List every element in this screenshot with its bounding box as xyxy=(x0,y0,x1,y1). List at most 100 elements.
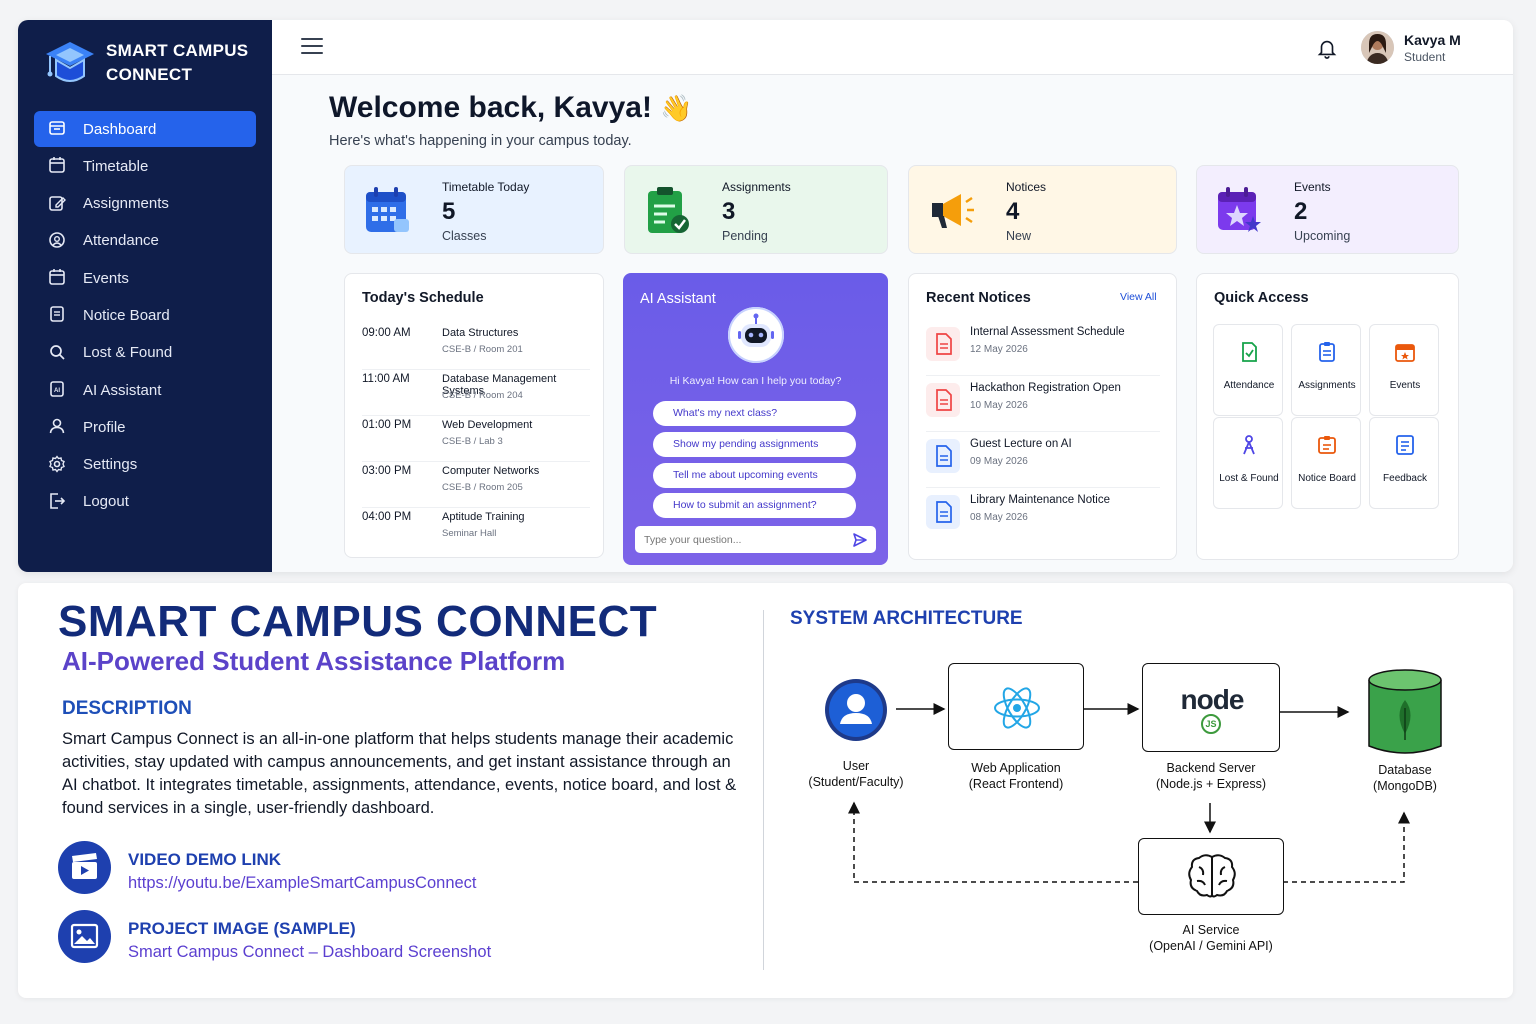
schedule-row[interactable]: 01:00 PM Web Development CSE-B / Lab 3 xyxy=(362,416,590,462)
sidebar-item-logout[interactable]: Logout xyxy=(34,484,256,520)
quick-access-label: Events xyxy=(1389,380,1421,391)
ai-service-label-line: (OpenAI / Gemini API) xyxy=(1149,939,1273,953)
schedule-subject: Computer Networks xyxy=(442,465,540,477)
stat-value: 5 xyxy=(442,198,456,225)
schedule-row[interactable]: 11:00 AM Database Management Systems CSE-B… xyxy=(362,370,590,416)
bell-icon[interactable] xyxy=(1316,36,1338,60)
events-icon xyxy=(1395,344,1415,362)
notice-date: 10 May 2026 xyxy=(970,400,1028,411)
web-app-box xyxy=(948,663,1084,750)
node-js-badge: JS xyxy=(1201,714,1221,734)
ai-icon: AI xyxy=(48,380,68,400)
feedback-icon xyxy=(1396,435,1414,455)
schedule-row[interactable]: 04:00 PM Aptitude Training Seminar Hall xyxy=(362,508,590,554)
svg-text:AI: AI xyxy=(54,388,60,394)
event-calendar-icon xyxy=(1218,187,1261,232)
video-demo-link[interactable]: https://youtu.be/ExampleSmartCampusConne… xyxy=(128,874,477,893)
megaphone-icon xyxy=(932,194,974,228)
notice-item[interactable]: Hackathon Registration Open 10 May 2026 xyxy=(926,376,1160,432)
calendar-icon xyxy=(366,187,409,232)
brand-line-2: CONNECT xyxy=(106,65,193,84)
schedule-time: 11:00 AM xyxy=(362,373,410,385)
schedule-row[interactable]: 03:00 PM Computer Networks CSE-B / Room 20… xyxy=(362,462,590,508)
stat-sub: New xyxy=(1006,229,1032,243)
schedule-room: CSE-B / Lab 3 xyxy=(442,436,503,447)
image-icon xyxy=(58,910,111,963)
sidebar-nav: Dashboard Timetable Assignments Attendance E… xyxy=(34,111,256,521)
document-icon xyxy=(926,495,960,529)
sidebar-item-assignments[interactable]: Assignments xyxy=(34,186,256,222)
ai-suggestion-chip[interactable]: What's my next class? xyxy=(653,401,856,426)
ai-suggestion-chip[interactable]: Show my pending assignments xyxy=(653,432,856,457)
project-subtitle: AI-Powered Student Assistance Platform xyxy=(62,646,566,676)
wave-emoji-icon: 👋 xyxy=(659,93,693,123)
stat-card-timetable[interactable]: Timetable Today 5 Classes xyxy=(344,165,604,254)
sidebar-item-label: Lost & Found xyxy=(83,344,173,362)
user-icon xyxy=(48,417,68,437)
backend-box: node JS xyxy=(1142,663,1280,752)
quick-access-attendance[interactable]: Attendance xyxy=(1213,324,1283,416)
user-role: Student xyxy=(1404,50,1446,64)
view-all-link[interactable]: View All xyxy=(1120,291,1157,303)
notice-item[interactable]: Guest Lecture on AI 09 May 2026 xyxy=(926,432,1160,488)
architecture-heading: SYSTEM ARCHITECTURE xyxy=(790,608,1023,629)
video-demo-heading: VIDEO DEMO LINK xyxy=(128,850,282,869)
quick-access-label: Notice Board xyxy=(1298,473,1356,484)
web-app-label-line: Web Application xyxy=(971,761,1061,775)
stat-card-assignments[interactable]: Assignments 3 Pending xyxy=(624,165,888,254)
database-icon xyxy=(1366,668,1444,758)
schedule-room: CSE-B / Room 204 xyxy=(442,390,523,401)
notice-item[interactable]: Library Maintenance Notice 08 May 2026 xyxy=(926,488,1160,544)
sidebar-item-dashboard[interactable]: Dashboard xyxy=(34,111,256,147)
quick-access-feedback[interactable]: Feedback xyxy=(1369,417,1439,509)
sidebar-item-events[interactable]: Events xyxy=(34,260,256,296)
schedule-row[interactable]: 09:00 AM Data Structures CSE-B / Room 201 xyxy=(362,324,590,370)
ai-suggestion-chip[interactable]: How to submit an assignment? xyxy=(653,493,856,518)
sidebar-item-notice-board[interactable]: Notice Board xyxy=(34,297,256,333)
quick-access-events[interactable]: Events xyxy=(1369,324,1439,416)
schedule-subject: Aptitude Training xyxy=(442,511,525,523)
menu-toggle-icon[interactable] xyxy=(301,38,323,56)
schedule-room: CSE-B / Room 201 xyxy=(442,344,523,355)
sidebar-item-timetable[interactable]: Timetable xyxy=(34,148,256,184)
ai-service-label: AI Service (OpenAI / Gemini API) xyxy=(1126,922,1296,954)
send-icon[interactable] xyxy=(852,532,868,548)
sidebar-item-attendance[interactable]: Attendance xyxy=(34,223,256,259)
notice-item[interactable]: Internal Assessment Schedule 12 May 2026 xyxy=(926,320,1160,376)
schedule-card: Today's Schedule 09:00 AM Data Structures… xyxy=(344,273,604,558)
ai-suggestion-chip[interactable]: Tell me about upcoming events xyxy=(653,463,856,488)
lost-found-icon xyxy=(1243,435,1255,455)
sidebar-item-lost-found[interactable]: Lost & Found xyxy=(34,335,256,371)
stat-card-notices[interactable]: Notices 4 New xyxy=(908,165,1177,254)
ai-question-input[interactable] xyxy=(635,526,876,553)
stat-label: Assignments xyxy=(722,180,791,194)
architecture-diagram: User (Student/Faculty) Web Application (Re… xyxy=(778,648,1478,988)
page-title: Welcome back, Kavya! 👋 xyxy=(329,91,692,125)
quick-access-assignments[interactable]: Assignments xyxy=(1291,324,1361,416)
brand[interactable]: SMART CAMPUS CONNECT xyxy=(44,38,248,88)
stat-sub: Upcoming xyxy=(1294,229,1351,243)
sidebar-item-ai-assistant[interactable]: AI AI Assistant xyxy=(34,372,256,408)
divider xyxy=(763,610,764,970)
notices-title: Recent Notices xyxy=(926,290,1031,306)
notice-title: Guest Lecture on AI xyxy=(970,438,1072,450)
app-window: SMART CAMPUS CONNECT Dashboard Timetable A… xyxy=(18,20,1513,572)
avatar[interactable] xyxy=(1361,31,1394,64)
stat-card-events[interactable]: Events 2 Upcoming xyxy=(1196,165,1459,254)
project-image-caption[interactable]: Smart Campus Connect – Dashboard Screens… xyxy=(128,943,491,962)
dashboard-icon xyxy=(48,119,68,139)
sidebar-item-profile[interactable]: Profile xyxy=(34,409,256,445)
schedule-time: 03:00 PM xyxy=(362,465,412,477)
document-icon xyxy=(926,327,960,361)
clipboard-check-icon xyxy=(648,187,689,233)
quick-access-lost-found[interactable]: Lost & Found xyxy=(1213,417,1283,509)
sidebar-item-settings[interactable]: Settings xyxy=(34,447,256,483)
sidebar-item-label: Attendance xyxy=(83,232,159,250)
sidebar-item-label: Timetable xyxy=(83,157,149,175)
stat-label: Timetable Today xyxy=(442,180,530,194)
top-bar: Kavya M Student xyxy=(272,20,1513,75)
search-icon xyxy=(48,343,68,363)
stat-value: 4 xyxy=(1006,198,1020,225)
quick-access-label: Assignments xyxy=(1298,380,1356,391)
quick-access-notice-board[interactable]: Notice Board xyxy=(1291,417,1361,509)
